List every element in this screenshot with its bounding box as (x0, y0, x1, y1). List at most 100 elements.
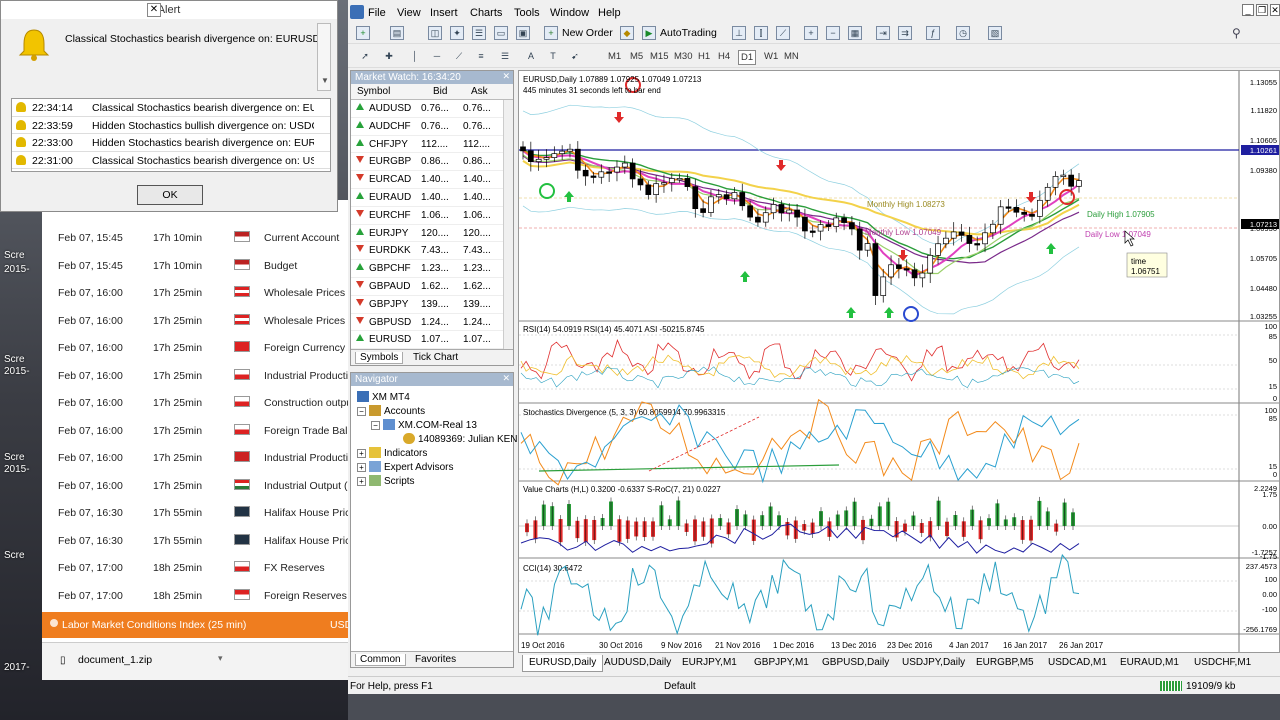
tester-icon[interactable]: ▣ (516, 26, 530, 40)
candle-body[interactable] (841, 217, 847, 223)
candle-body[interactable] (809, 230, 816, 233)
autotrading-button[interactable]: AutoTrading (660, 25, 717, 41)
tree-accounts[interactable]: − Accounts (357, 405, 425, 417)
candle-body[interactable] (527, 150, 534, 163)
alert-history-row[interactable]: 22:34:14 Classical Stochastics bearish di… (12, 99, 330, 117)
chart-tab[interactable]: EURAUD,M1 (1120, 657, 1179, 668)
timeframe-h4[interactable]: H4 (716, 50, 732, 63)
candle-body[interactable] (645, 184, 652, 195)
candle-body[interactable] (833, 217, 840, 227)
candle-body[interactable] (950, 231, 957, 239)
data-window-icon[interactable]: ✦ (450, 26, 464, 40)
alert-history-row[interactable]: 22:33:00 Hidden Stochastics bearish diver… (12, 134, 330, 152)
close-icon[interactable]: ✕ (502, 373, 510, 384)
column-bid[interactable]: Bid (433, 86, 447, 97)
channel-icon[interactable]: ≡ (474, 50, 488, 64)
candle-body[interactable] (943, 237, 949, 245)
desktop-icon-label[interactable]: Scre (4, 550, 40, 562)
calendar-row[interactable]: Feb 07, 16:00 17h 25min Wholesale Prices n… (42, 279, 352, 306)
candle-body[interactable] (543, 157, 550, 160)
calendar-row[interactable]: Feb 07, 15:45 17h 10min Current Account (42, 224, 352, 251)
menu-file[interactable]: File (368, 7, 386, 19)
market-watch-row[interactable]: EURCHF 1.06... 1.06... (351, 207, 513, 225)
autoscroll-icon[interactable]: ⇉ (898, 26, 912, 40)
chart-shift-icon[interactable]: ⇥ (876, 26, 890, 40)
tree-experts[interactable]: + Expert Advisors (357, 461, 453, 473)
chart-tab[interactable]: USDCAD,M1 (1048, 657, 1107, 668)
candle-body[interactable] (786, 209, 793, 214)
desktop-icon-label[interactable]: 2015- (4, 464, 40, 476)
candlestick-icon[interactable]: ⫿ (754, 26, 768, 40)
candle-body[interactable] (723, 194, 730, 200)
candle-body[interactable] (637, 178, 644, 186)
timeframe-h1[interactable]: H1 (696, 50, 712, 63)
collapse-icon[interactable]: − (357, 407, 366, 416)
chart-canvas[interactable]: EURUSD,Daily 1.07889 1.07925 1.07049 1.0… (519, 71, 1279, 652)
expand-icon[interactable]: + (357, 477, 366, 486)
menu-window[interactable]: Window (550, 7, 589, 19)
menu-view[interactable]: View (397, 7, 421, 19)
calendar-row[interactable]: Feb 07, 16:30 17h 55min Halifax House Pric… (42, 527, 352, 554)
candle-body[interactable] (582, 169, 589, 177)
calendar-row[interactable]: Feb 07, 16:00 17h 25min Foreign Currency R (42, 334, 352, 361)
restore-icon[interactable]: ❐ (1256, 4, 1268, 16)
expand-icon[interactable]: + (357, 463, 366, 472)
candle-body[interactable] (1076, 180, 1082, 187)
menu-help[interactable]: Help (598, 7, 621, 19)
candle-body[interactable] (1021, 211, 1028, 215)
candle-body[interactable] (990, 223, 996, 234)
candle-body[interactable] (567, 148, 573, 152)
calendar-row[interactable]: Feb 07, 16:00 17h 25min Industrial Product… (42, 362, 352, 389)
new-order-icon[interactable]: + (544, 26, 558, 40)
candle-body[interactable] (880, 276, 887, 296)
candle-body[interactable] (794, 209, 800, 218)
candle-body[interactable] (935, 243, 941, 256)
chart-tab[interactable]: EURUSD,Daily (522, 655, 604, 672)
market-watch-row[interactable]: AUDUSD 0.76... 0.76... (351, 100, 513, 118)
autotrading-icon[interactable]: ▶ (642, 26, 656, 40)
candle-body[interactable] (1044, 186, 1051, 201)
navigator-icon[interactable]: ☰ (472, 26, 486, 40)
fibonacci-icon[interactable]: ☰ (498, 50, 512, 64)
calendar-row[interactable]: Feb 07, 16:30 17h 55min Halifax House Pric… (42, 499, 352, 526)
candle-body[interactable] (982, 232, 988, 245)
candle-body[interactable] (692, 186, 699, 210)
candle-body[interactable] (747, 205, 753, 218)
candle-body[interactable] (614, 166, 620, 173)
market-watch-row[interactable]: GBPJPY 139.... 139.... (351, 296, 513, 314)
market-watch-row[interactable]: CHFJPY 112.... 112.... (351, 136, 513, 154)
periods-icon[interactable]: ◷ (956, 26, 970, 40)
candle-body[interactable] (762, 212, 769, 223)
candle-body[interactable] (700, 208, 706, 213)
market-watch-row[interactable]: EURGBP 0.86... 0.86... (351, 153, 513, 172)
column-ask[interactable]: Ask (471, 86, 488, 97)
collapse-icon[interactable]: − (371, 421, 380, 430)
candle-body[interactable] (997, 206, 1004, 225)
candle-body[interactable] (535, 158, 542, 163)
tree-server[interactable]: − XM.COM-Real 13 (371, 419, 477, 431)
candle-body[interactable] (825, 224, 832, 227)
candle-body[interactable] (739, 192, 746, 207)
candle-body[interactable] (653, 183, 659, 195)
desktop-icon-label[interactable]: Scre (4, 452, 40, 464)
arrows-icon[interactable]: ➹ (568, 50, 582, 64)
candle-body[interactable] (606, 171, 612, 174)
candle-body[interactable] (598, 171, 605, 178)
candle-body[interactable] (802, 216, 808, 232)
candle-body[interactable] (661, 182, 667, 185)
menu-tools[interactable]: Tools (514, 7, 540, 19)
candle-body[interactable] (1068, 174, 1075, 187)
terminal-icon[interactable]: ▭ (494, 26, 508, 40)
editor-icon[interactable]: ◆ (620, 26, 634, 40)
candle-body[interactable] (590, 175, 597, 178)
timeframe-m5[interactable]: M5 (628, 50, 645, 63)
menu-charts[interactable]: Charts (470, 7, 502, 19)
candle-body[interactable] (911, 269, 918, 279)
timeframe-m15[interactable]: M15 (648, 50, 670, 63)
alert-history-row[interactable]: 22:33:59 Hidden Stochastics bullish diver… (12, 117, 330, 134)
calendar-row[interactable]: Feb 07, 15:45 17h 10min Budget (42, 252, 352, 279)
market-watch-icon[interactable]: ◫ (428, 26, 442, 40)
tile-windows-icon[interactable]: ▦ (848, 26, 862, 40)
timeframe-w1[interactable]: W1 (762, 50, 780, 63)
tree-account[interactable]: 14089369: Julian KEN (403, 433, 518, 445)
